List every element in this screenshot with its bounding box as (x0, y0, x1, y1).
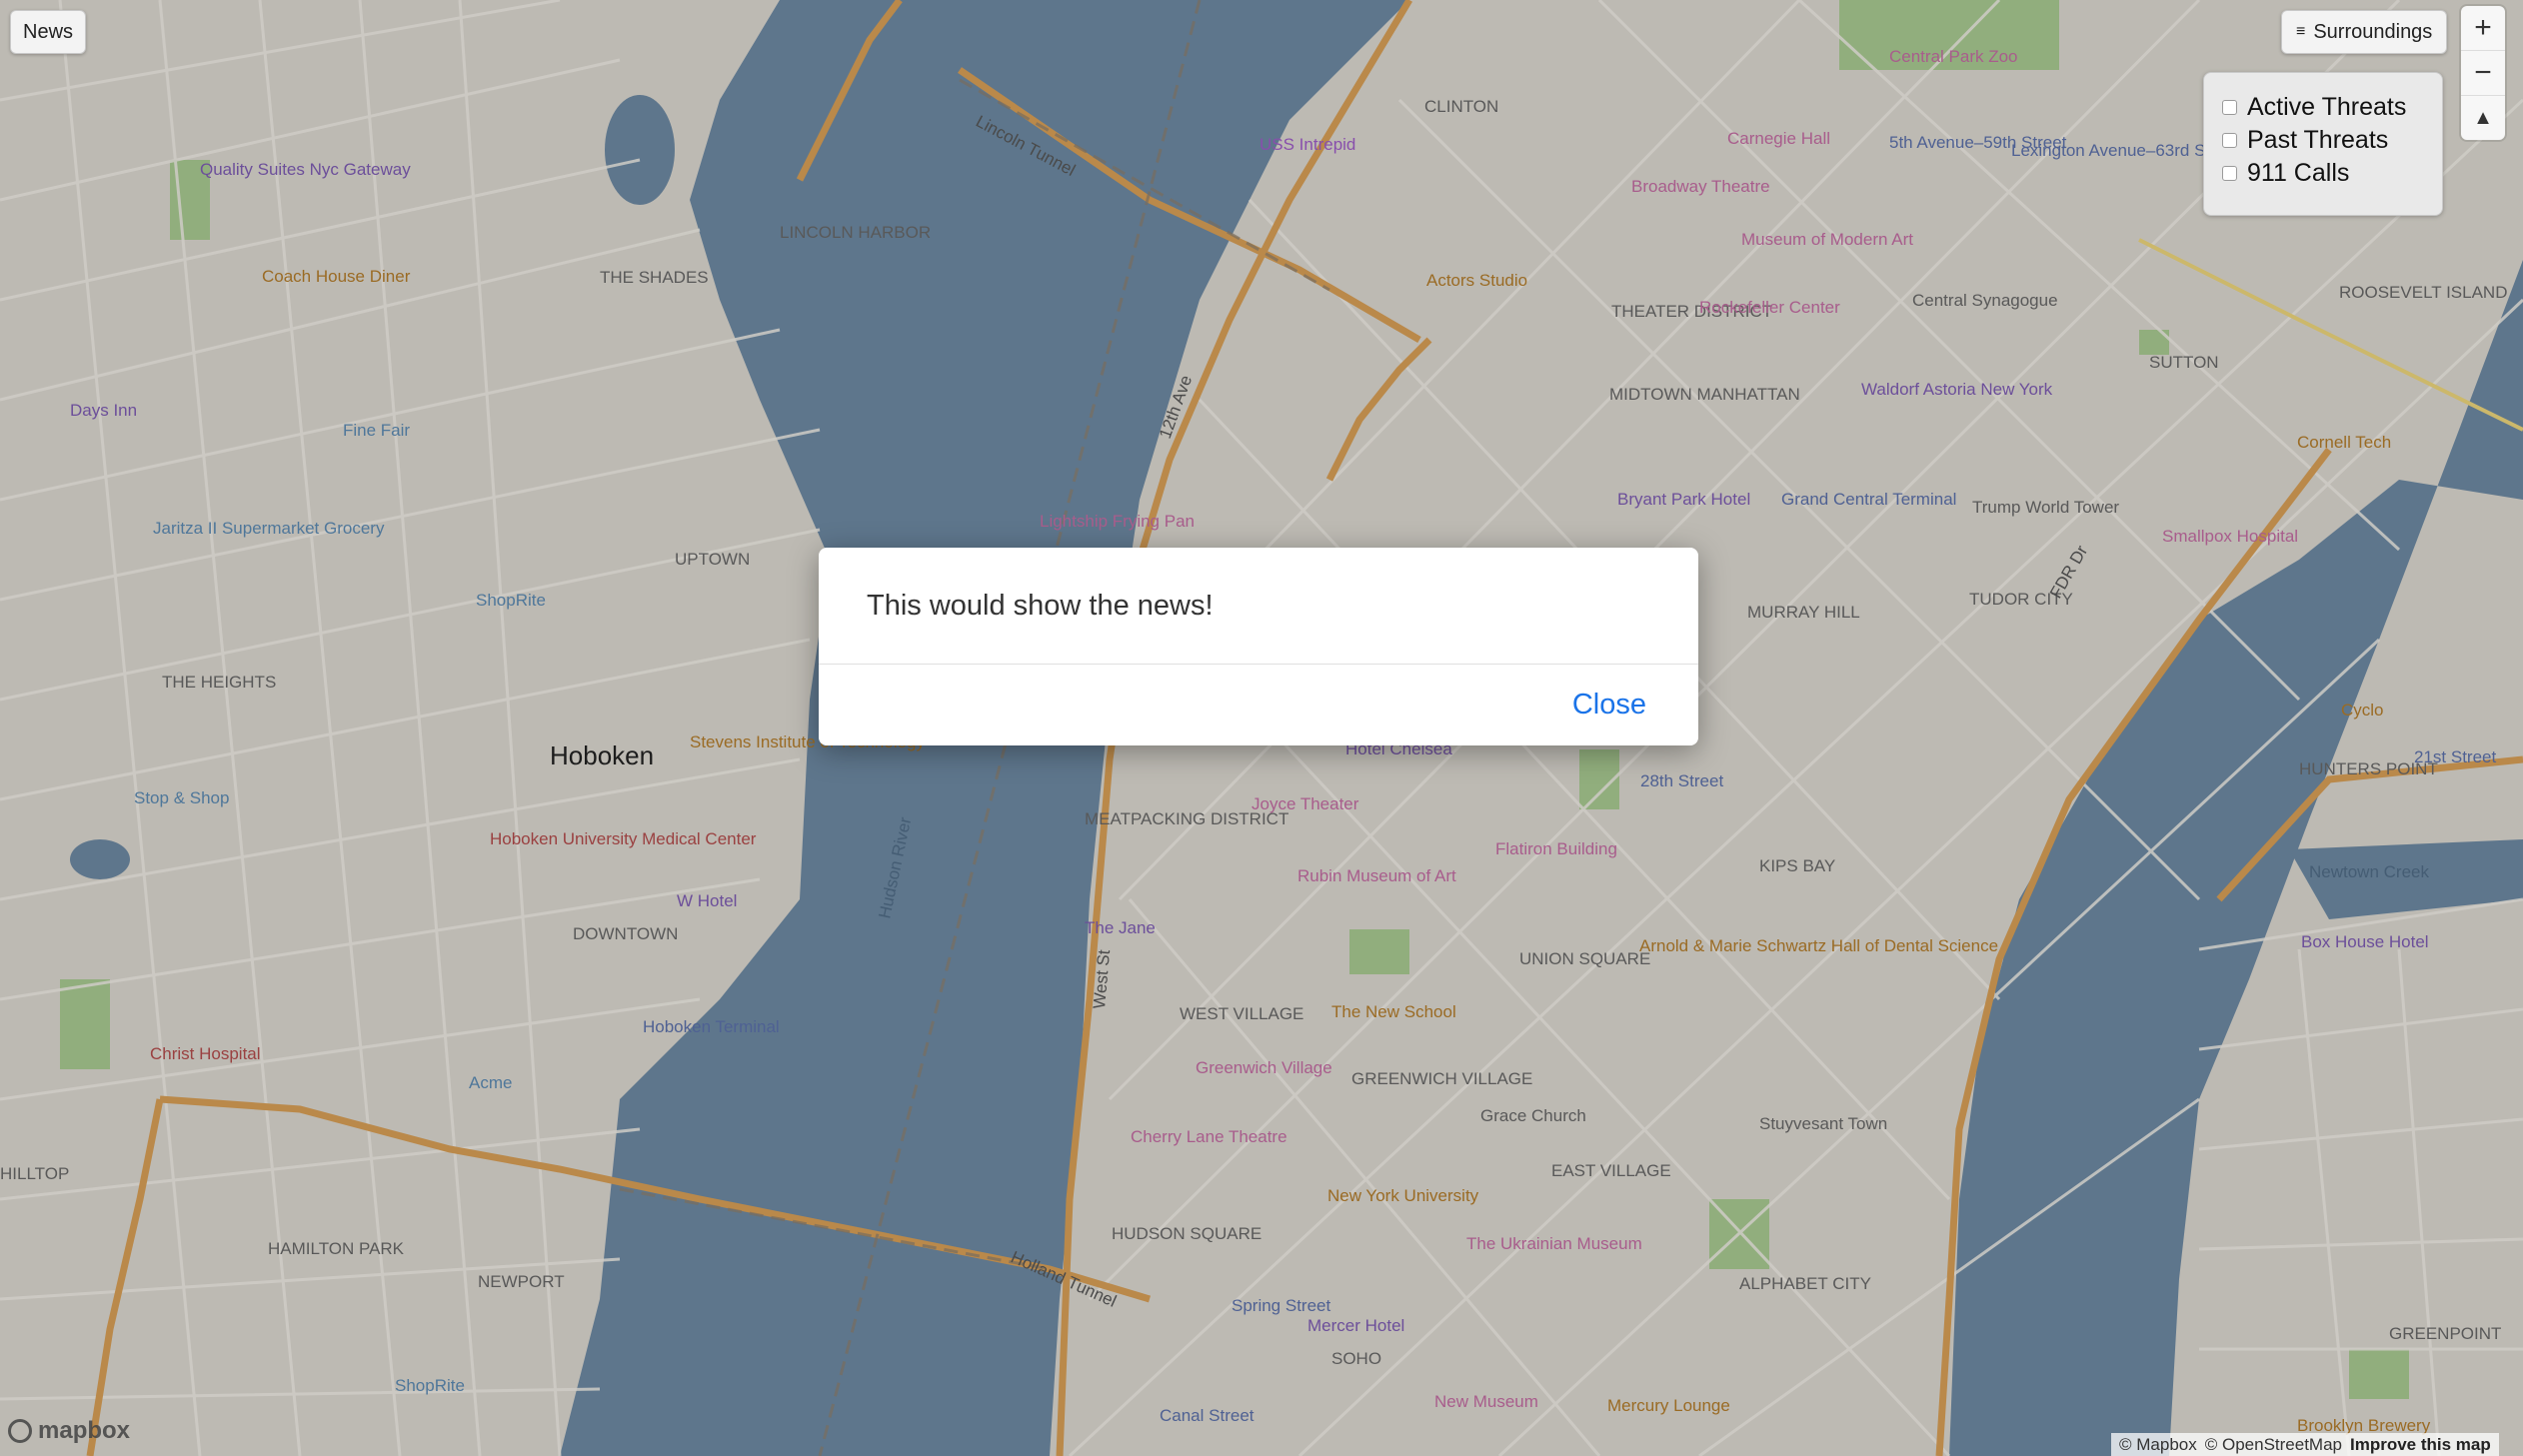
surroundings-label: Surroundings (2313, 20, 2433, 43)
map-attribution: © Mapbox © OpenStreetMap Improve this ma… (2111, 1433, 2499, 1456)
layer-label: Past Threats (2247, 126, 2389, 154)
mapbox-logo-text: mapbox (38, 1417, 131, 1444)
compass-button[interactable]: ▲ (2461, 96, 2505, 140)
layer-label: 911 Calls (2247, 159, 2350, 187)
attribution-osm-link[interactable]: © OpenStreetMap (2205, 1435, 2342, 1455)
layers-panel: Active Threats Past Threats 911 Calls (2203, 72, 2443, 216)
zoom-controls: + − ▲ (2461, 6, 2505, 140)
mapbox-logo-icon (8, 1419, 32, 1443)
zoom-out-button[interactable]: − (2461, 51, 2505, 96)
surroundings-button[interactable]: ≡ Surroundings (2281, 10, 2448, 54)
close-button[interactable]: Close (1572, 689, 1646, 722)
mapbox-logo[interactable]: mapbox (8, 1417, 130, 1445)
attribution-mapbox-link[interactable]: © Mapbox (2119, 1435, 2197, 1455)
modal-footer: Close (819, 665, 1698, 744)
layer-past-threats[interactable]: Past Threats (2222, 124, 2424, 157)
zoom-in-button[interactable]: + (2461, 6, 2505, 51)
checkbox-911-calls[interactable] (2222, 166, 2237, 181)
news-modal: This would show the news! Close (819, 548, 1698, 745)
menu-icon: ≡ (2296, 23, 2306, 40)
news-button[interactable]: News (10, 10, 87, 54)
improve-map-link[interactable]: Improve this map (2350, 1435, 2491, 1455)
layer-label: Active Threats (2247, 93, 2407, 121)
layer-911-calls[interactable]: 911 Calls (2222, 157, 2424, 190)
checkbox-past-threats[interactable] (2222, 133, 2237, 148)
checkbox-active-threats[interactable] (2222, 100, 2237, 115)
layer-active-threats[interactable]: Active Threats (2222, 91, 2424, 124)
modal-message: This would show the news! (819, 548, 1698, 665)
